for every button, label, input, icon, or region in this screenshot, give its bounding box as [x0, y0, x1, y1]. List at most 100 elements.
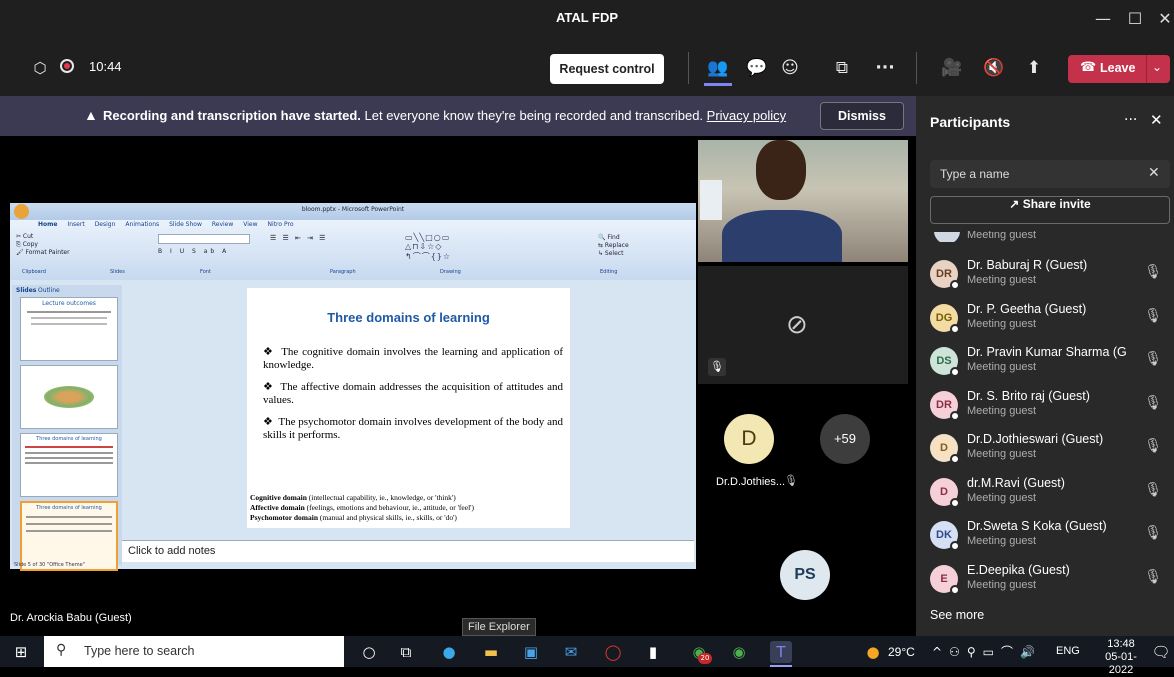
- mic-off-icon: 🎙: [1144, 351, 1162, 367]
- file-explorer-icon[interactable]: ▬: [480, 641, 502, 663]
- participant-name: Dr. Pravin Kumar Sharma (Gu...: [967, 345, 1127, 359]
- mic-off-icon: 🎙: [708, 358, 726, 376]
- divider: [1146, 55, 1147, 83]
- mic-off-icon[interactable]: 🔇: [982, 56, 1006, 80]
- slide-thumbnail[interactable]: Three domains of learning: [20, 433, 118, 497]
- participant-name: Dr. P. Geetha (Guest): [967, 301, 1087, 316]
- share-icon[interactable]: ⬆: [1022, 56, 1046, 80]
- participant-row[interactable]: DK Dr.Sweta S Koka (Guest) Meeting guest 🎙: [930, 515, 1168, 557]
- windows-start-icon[interactable]: ⊞: [10, 641, 32, 663]
- chrome-profile-icon[interactable]: ◉: [728, 641, 750, 663]
- close-icon[interactable]: ✕: [1150, 111, 1163, 129]
- slide-thumbnail[interactable]: Lecture outcomes: [20, 297, 118, 361]
- participant-row[interactable]: DR Dr. S. Brito raj (Guest) Meeting guest 🎙: [930, 385, 1168, 427]
- participant-row[interactable]: DR Dr. Baburaj R (Guest) Meeting guest 🎙: [930, 254, 1168, 296]
- minimize-button[interactable]: —: [1088, 8, 1118, 30]
- share-invite-button[interactable]: ↗ Share invite: [930, 196, 1170, 224]
- language-indicator[interactable]: ENG: [1056, 645, 1080, 657]
- clock[interactable]: 13:48 05-01-2022: [1098, 638, 1144, 677]
- edge-icon[interactable]: ●: [438, 641, 460, 663]
- see-more-link[interactable]: See more: [930, 608, 984, 622]
- weather-icon[interactable]: ●: [862, 641, 884, 663]
- ppt-tab[interactable]: View: [243, 221, 257, 228]
- participant-name: dr.M.Ravi (Guest): [967, 475, 1065, 490]
- avatar: DS: [930, 347, 960, 377]
- mail-icon[interactable]: ✉: [560, 641, 582, 663]
- task-view-icon[interactable]: ⧉: [395, 641, 417, 663]
- participant-name: Dr. Baburaj R (Guest): [967, 258, 1088, 272]
- more-icon[interactable]: ···: [873, 56, 897, 80]
- participant-row[interactable]: Ddr.M.Ravi (Guest) Meeting guest 🎙: [930, 472, 1168, 514]
- avatar: D: [724, 414, 774, 464]
- store-icon[interactable]: ▣: [520, 641, 542, 663]
- slide-title: Three domains of learning: [327, 310, 490, 325]
- slide-thumbnail-selected[interactable]: Three domains of learning: [20, 501, 118, 571]
- outline-tab[interactable]: Outline: [38, 287, 60, 294]
- chat-icon[interactable]: 💬: [745, 56, 769, 80]
- dismiss-button[interactable]: Dismiss: [820, 102, 904, 130]
- participants-panel: Participants ··· ✕ Type a name ✕ ↗ Share…: [916, 96, 1174, 636]
- leave-label: Leave: [1100, 61, 1136, 75]
- ppt-tab[interactable]: Nitro Pro: [268, 221, 294, 228]
- avatar: DR: [930, 390, 960, 421]
- font-box[interactable]: [158, 234, 250, 244]
- person-head: [756, 140, 806, 200]
- taskbar-search[interactable]: ⚲ Type here to search: [44, 636, 344, 667]
- slide-thumbnail[interactable]: [20, 365, 118, 429]
- mic-off-icon: 🎙: [1144, 264, 1162, 280]
- warning-icon: ▲: [84, 107, 98, 123]
- chevron-down-icon[interactable]: ⌄: [1152, 60, 1162, 74]
- ppt-group-label: Drawing: [440, 269, 461, 275]
- leave-button[interactable]: ☎ Leave ⌄: [1068, 55, 1170, 83]
- windows-taskbar: ⊞ ⚲ Type here to search ○ ⧉ ● ▬ ▣ ✉ ◯ ▮ …: [0, 636, 1174, 676]
- reactions-icon[interactable]: ☺: [778, 56, 802, 80]
- mic-off-icon: 🎙: [1144, 307, 1162, 324]
- search-placeholder: Type a name: [940, 167, 1010, 181]
- close-button[interactable]: ✕: [1150, 8, 1174, 30]
- share-invite-label: Share invite: [1022, 197, 1091, 211]
- participant-name: Dr.Sweta S Koka (Guest): [967, 519, 1107, 533]
- search-input[interactable]: Type a name ✕: [930, 160, 1170, 188]
- mic-off-icon: 🎙: [1144, 481, 1162, 498]
- ppt-tab[interactable]: Slide Show: [169, 221, 202, 228]
- clipboard-group[interactable]: ✂ Cut ⎘ Copy 🖌 Format Painter: [16, 233, 70, 257]
- clear-icon[interactable]: ✕: [1148, 165, 1160, 181]
- avatar: D: [930, 477, 960, 508]
- notes-area[interactable]: Click to add notes: [122, 540, 694, 562]
- more-participants-badge[interactable]: +59: [820, 414, 870, 464]
- paragraph-buttons[interactable]: ☰ ☰ ⇤ ⇥ ☰: [270, 234, 327, 242]
- opera-icon[interactable]: ◯: [602, 641, 624, 663]
- participant-name: E.Deepika (Guest): [967, 562, 1070, 577]
- camera-off-icon[interactable]: 🎥: [940, 56, 964, 80]
- participant-row[interactable]: E E.Deepika (Guest) Meeting guest 🎙: [930, 559, 1168, 601]
- maximize-button[interactable]: ☐: [1120, 8, 1150, 30]
- cortana-icon[interactable]: ○: [358, 641, 380, 663]
- privacy-policy-link[interactable]: Privacy policy: [707, 108, 786, 123]
- participants-icon[interactable]: 👥: [706, 56, 730, 80]
- font-format-buttons[interactable]: B I U S ab A: [158, 248, 229, 255]
- ppt-tab[interactable]: Review: [212, 221, 233, 228]
- shapes-gallery[interactable]: ▭╲╲□○▭ △⊓⇩☆◇ ↰⌒⌒{}☆: [405, 233, 451, 262]
- recording-banner: ▲ Recording and transcription have start…: [0, 96, 916, 136]
- participant-row[interactable]: D Dr.D.Jothieswari (Guest) Meeting guest 🎙: [930, 428, 1168, 470]
- shield-icon: ⬡: [33, 59, 47, 77]
- participant-row[interactable]: DG Dr. P. Geetha (Guest) Meeting guest 🎙: [930, 298, 1168, 340]
- document-icon[interactable]: ▮: [642, 641, 664, 663]
- teams-icon[interactable]: T: [770, 641, 792, 663]
- ppt-tab[interactable]: Insert: [67, 221, 84, 228]
- participant-row[interactable]: DS Dr. Pravin Kumar Sharma (Gu... Meeting …: [930, 341, 1168, 383]
- more-icon[interactable]: ···: [1124, 112, 1137, 128]
- slides-tab[interactable]: Slides: [16, 287, 36, 294]
- ppt-tab[interactable]: Animations: [125, 221, 159, 228]
- avatar: E: [930, 564, 960, 595]
- file-explorer-tooltip: File Explorer: [462, 618, 536, 636]
- system-tray-icons[interactable]: ^⚇⚲▭⌒🔊: [932, 643, 1042, 660]
- notifications-icon[interactable]: 🗨: [1150, 641, 1172, 663]
- ppt-tab[interactable]: Design: [95, 221, 116, 228]
- rooms-icon[interactable]: ⧉: [830, 56, 854, 80]
- mic-off-icon: 🎙: [1144, 568, 1162, 585]
- presence-dot: [950, 410, 960, 421]
- editing-group[interactable]: 🔍 Find ⇆ Replace ↳ Select: [598, 234, 629, 258]
- ppt-tab[interactable]: Home: [38, 221, 57, 228]
- request-control-button[interactable]: Request control: [550, 54, 664, 84]
